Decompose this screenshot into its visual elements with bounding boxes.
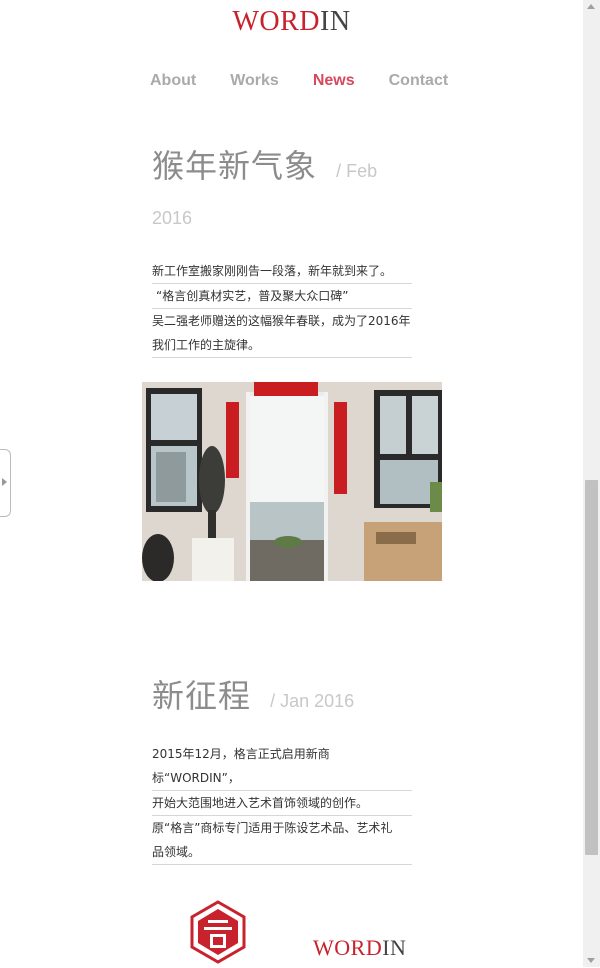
nav-contact[interactable]: Contact (389, 72, 449, 90)
article-line: 2015年12月，格言正式启用新商 (152, 747, 330, 761)
side-panel-toggle[interactable] (0, 449, 11, 517)
article-line: 吴二强老师赠送的这幅猴年春联，成为了2016年 (152, 314, 411, 328)
scrollbar-thumb[interactable] (585, 480, 598, 855)
footer-logo: WORDIN (313, 935, 406, 961)
article-line: 新工作室搬家刚刚告一段落，新年就到来了。 (152, 259, 412, 284)
main-nav: About Works News Contact (150, 72, 482, 90)
article-date: / Jan 2016 (270, 691, 355, 711)
news-article: 新征程 / Jan 2016 2015年12月，格言正式启用新商 标“WORDI… (152, 680, 412, 865)
scroll-up-icon[interactable] (587, 4, 595, 9)
footer-logo-word: WORD (313, 935, 383, 960)
article-date: / Feb (336, 161, 378, 181)
article-line: “格言创真材实艺，普及聚大众口碑” (152, 284, 412, 309)
footer-logo-in: IN (382, 935, 407, 960)
article-year-row: 2016 (152, 208, 412, 229)
article-date-year: 2016 (152, 208, 193, 228)
article-title-row: 猴年新气象 / Feb (152, 150, 412, 182)
article-body: 新工作室搬家刚刚告一段落，新年就到来了。 “格言创真材实艺，普及聚大众口碑” 吴… (152, 259, 412, 358)
chevron-right-icon (2, 478, 7, 486)
article-line: 品领域。 (152, 840, 412, 865)
article-line: 原“格言”商标专门适用于陈设艺术品、艺术礼 (152, 821, 393, 835)
logo-word: WORD (232, 6, 320, 37)
site-logo[interactable]: WORDIN (0, 6, 583, 38)
article-photo (142, 382, 442, 581)
news-article: 猴年新气象 / Feb 2016 新工作室搬家刚刚告一段落，新年就到来了。 “格… (152, 150, 412, 358)
vertical-scrollbar[interactable] (583, 0, 600, 967)
article-title: 新征程 (152, 677, 252, 715)
scroll-down-icon[interactable] (587, 958, 595, 963)
article-line: 标“WORDIN”， (152, 766, 412, 791)
nav-works[interactable]: Works (230, 72, 279, 90)
article-title-row: 新征程 / Jan 2016 (152, 680, 412, 712)
hexagon-logo-icon (190, 900, 246, 968)
article-title: 猴年新气象 (152, 147, 318, 185)
nav-news[interactable]: News (313, 72, 355, 90)
logo-in: IN (320, 6, 351, 37)
article-line: 开始大范围地进入艺术首饰领域的创作。 (152, 791, 412, 816)
article-body: 2015年12月，格言正式启用新商 标“WORDIN”， 开始大范围地进入艺术首… (152, 742, 412, 865)
article-line: 我们工作的主旋律。 (152, 333, 412, 358)
nav-about[interactable]: About (150, 72, 196, 90)
